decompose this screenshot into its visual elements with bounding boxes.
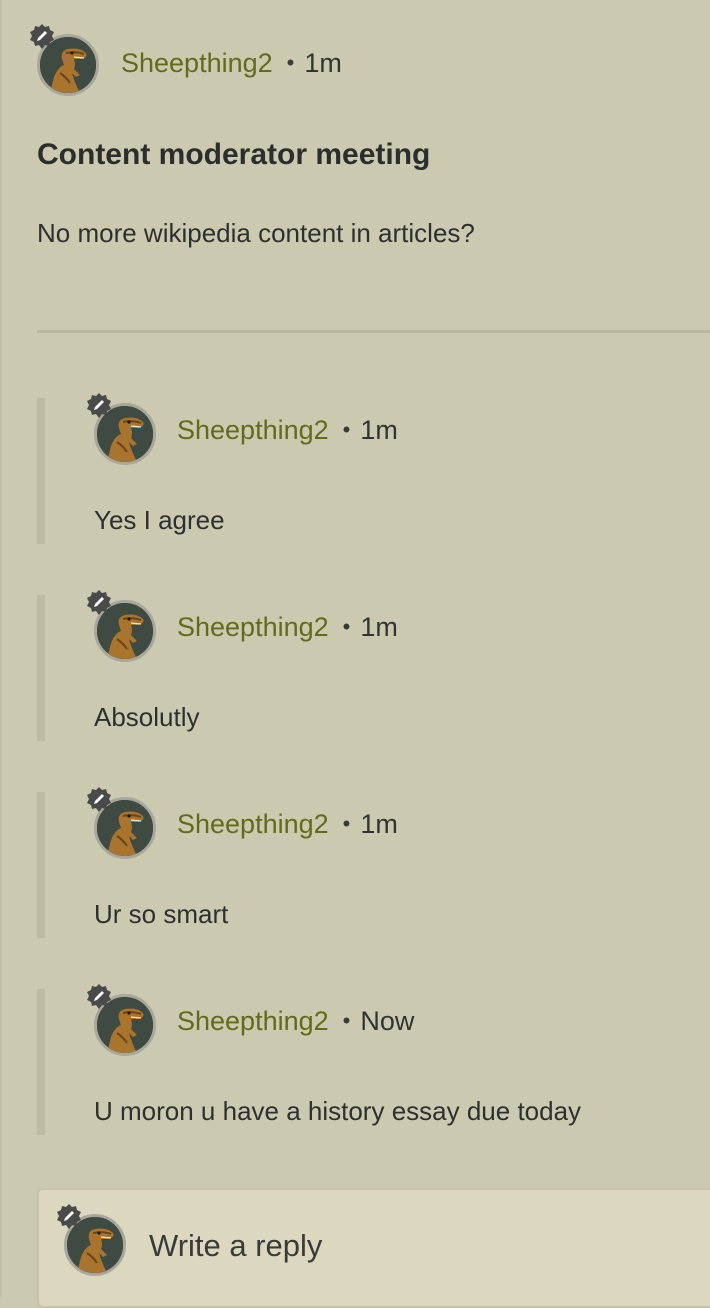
comment-item: Sheepthing2 • Now U moron u have a histo… <box>37 984 710 1135</box>
comment-author-name[interactable]: Sheepthing2 <box>177 809 329 840</box>
comment-author-avatar[interactable] <box>87 590 156 662</box>
comment-author-name[interactable]: Sheepthing2 <box>177 612 329 643</box>
comment-text: Absolutly <box>94 702 200 732</box>
moderator-pencil-badge-icon <box>86 590 112 616</box>
comment-author-avatar[interactable] <box>87 393 156 465</box>
thread-bar[interactable] <box>37 989 45 1135</box>
comment-meta: Sheepthing2 • 1m <box>177 612 398 642</box>
meta-separator: • <box>342 811 351 836</box>
moderator-pencil-badge-icon <box>29 24 55 50</box>
comment-author-avatar[interactable] <box>87 984 156 1056</box>
reply-user-avatar <box>57 1204 126 1276</box>
comment-item: Sheepthing2 • 1m Yes I agree <box>37 393 710 544</box>
reply-input[interactable]: Write a reply <box>37 1188 710 1308</box>
moderator-pencil-badge-icon <box>86 984 112 1010</box>
moderator-pencil-badge-icon <box>86 393 112 419</box>
comment-meta: Sheepthing2 • 1m <box>177 809 398 839</box>
post-title: Content moderator meeting <box>37 138 431 171</box>
thread-bar[interactable] <box>37 398 45 544</box>
meta-separator: • <box>342 1008 351 1033</box>
comment-author-name[interactable]: Sheepthing2 <box>177 1006 329 1037</box>
comment-item: Sheepthing2 • 1m Absolutly <box>37 590 710 741</box>
post-meta: Sheepthing2 • 1m <box>121 48 342 78</box>
comment-timestamp: 1m <box>360 414 398 445</box>
comment-meta: Sheepthing2 • 1m <box>177 415 398 445</box>
comment-author-avatar[interactable] <box>87 787 156 859</box>
post-body: No more wikipedia content in articles? <box>37 218 475 248</box>
comment-text: Ur so smart <box>94 899 229 929</box>
comment-timestamp: Now <box>360 1005 415 1036</box>
meta-separator: • <box>342 417 351 442</box>
post-author-name[interactable]: Sheepthing2 <box>121 48 273 79</box>
thread-bar[interactable] <box>37 792 45 938</box>
meta-separator: • <box>342 614 351 639</box>
moderator-pencil-badge-icon <box>56 1204 82 1230</box>
comment-text: Yes I agree <box>94 505 225 535</box>
comment-author-name[interactable]: Sheepthing2 <box>177 415 329 446</box>
comment-text: U moron u have a history essay due today <box>94 1096 582 1126</box>
comment-item: Sheepthing2 • 1m Ur so smart <box>37 787 710 938</box>
post-timestamp: 1m <box>304 47 342 78</box>
page-edge <box>0 0 2 1298</box>
comment-timestamp: 1m <box>360 808 398 839</box>
moderator-pencil-badge-icon <box>86 787 112 813</box>
post-author-avatar[interactable] <box>30 24 99 96</box>
post-divider <box>37 330 710 333</box>
meta-separator: • <box>286 50 295 75</box>
reply-placeholder[interactable]: Write a reply <box>149 1228 322 1264</box>
comment-meta: Sheepthing2 • Now <box>177 1006 414 1036</box>
comment-timestamp: 1m <box>360 611 398 642</box>
thread-bar[interactable] <box>37 595 45 741</box>
